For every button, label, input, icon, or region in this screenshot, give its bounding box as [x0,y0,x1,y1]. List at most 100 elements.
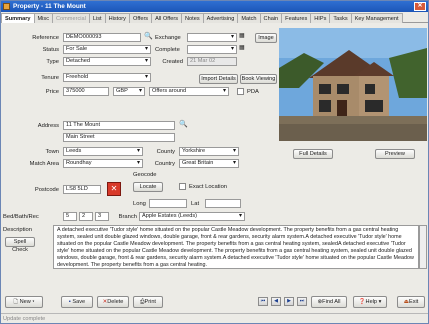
tab-advertising[interactable]: Advertising [202,13,239,23]
tab-tasks[interactable]: Tasks [329,13,352,23]
created-label: Created [162,59,183,65]
property-photo [279,28,427,141]
calendar-icon[interactable]: ▦ [239,32,245,41]
exact-location-checkbox[interactable] [179,183,186,190]
town-select[interactable]: Leeds [63,147,143,156]
description-label: Description [3,227,32,233]
complete-date[interactable] [187,45,237,54]
address-line2[interactable]: Main Street [63,133,175,142]
last-record-button[interactable]: ⏭ [297,297,307,306]
exit-label: Exit [408,299,419,305]
reference-label: Reference [32,35,59,41]
postcode-label: Postcode [34,187,59,193]
long-field[interactable] [149,199,187,208]
book-viewing-button[interactable]: Book Viewing [240,74,277,84]
help-icon: ❓ [358,299,366,305]
tab-summary[interactable]: Summary [1,13,35,23]
new-button[interactable]: 🗋 New ▾ [5,296,43,308]
created-date: 21 Mar 02 [187,57,237,66]
preview-button[interactable]: Preview [375,149,415,159]
locate-button[interactable]: Locate [133,182,163,192]
tab-notes[interactable]: Notes [181,13,204,23]
find-all-label: Find All [322,299,341,305]
tab-key-management[interactable]: Key Management [350,13,403,23]
address-label: Address [37,123,59,129]
tab-all-offers[interactable]: All Offers [151,13,183,23]
binoculars-icon[interactable]: 🔍 [179,120,188,129]
exit-button[interactable]: ⏏Exit [397,296,425,308]
prev-record-button[interactable]: ◀ [271,297,281,306]
title-bar: Property - 11 The Mount ✕ [1,1,428,12]
status-select[interactable]: For Sale [63,45,151,54]
next-record-button[interactable]: ▶ [284,297,294,306]
description-textarea[interactable]: A detached executive 'Tudor style' home … [53,225,419,269]
bedrooms-field[interactable]: 5 [63,212,77,221]
spell-check-button[interactable]: Spell Check [5,237,35,253]
tab-misc[interactable]: Misc [33,13,53,23]
price-qualifier-select[interactable]: Offers around [149,87,229,96]
app-icon [3,3,10,10]
calendar-icon[interactable]: ▦ [239,44,245,53]
bed-bath-rec-label: Bed/Bath/Rec [3,214,39,220]
status-label: Status [42,47,59,53]
county-select[interactable]: Yorkshire [179,147,239,156]
currency-select[interactable]: GBP [113,87,145,96]
find-all-button[interactable]: ⊗Find All [311,296,347,308]
print-button[interactable]: ⎙Print [133,296,163,308]
address-line1[interactable]: 11 The Mount [63,121,175,130]
tab-hips[interactable]: HIPs [310,13,331,23]
pda-checkbox[interactable] [237,88,244,95]
new-label: New [19,299,31,305]
tab-chain[interactable]: Chain [259,13,283,23]
tab-match[interactable]: Match [237,13,261,23]
postcode-field[interactable]: LS8 5LD [63,185,101,194]
tab-history[interactable]: History [104,13,130,23]
exact-location-label: Exact Location [189,184,228,190]
branch-label: Branch [118,214,137,220]
reference-field[interactable]: DEMO000093 [63,33,141,42]
pda-label: PDA [247,89,259,95]
country-label: Country [154,161,175,167]
window-title: Property - 11 The Mount [13,3,86,10]
print-label: Print [144,299,156,305]
branch-select[interactable]: Apple Estates (Leeds) [139,212,245,221]
full-details-button[interactable]: Full Details [293,149,333,159]
type-select[interactable]: Detached [63,57,151,66]
bathrooms-field[interactable]: 2 [79,212,93,221]
tenure-select[interactable]: Freehold [63,73,151,82]
complete-label: Complete [155,47,180,53]
country-select[interactable]: Great Britain [179,159,239,168]
type-label: Type [46,59,59,65]
geocode-label: Geocode [133,172,157,178]
price-field[interactable]: 375000 [63,87,109,96]
import-details-button[interactable]: Import Details [199,74,238,84]
tab-commercial[interactable]: Commercial [52,13,90,23]
tab-offers[interactable]: Offers [128,13,153,23]
delete-label: Delete [107,299,124,305]
help-label: Help [365,299,378,305]
town-label: Town [45,149,59,155]
receptions-field[interactable]: 3 [95,212,109,221]
bottom-toolbar: 🗋 New ▾ ▪ Save ✕Delete ⎙Print ⏮ ◀ ▶ ⏭ ⊗F… [1,291,428,311]
status-bar: Update complete [1,313,428,324]
close-button[interactable]: ✕ [414,2,426,11]
exchange-date[interactable] [187,33,237,42]
county-label: County [156,149,175,155]
tenure-label: Tenure [41,75,59,81]
tab-features[interactable]: Features [281,13,312,23]
delete-button[interactable]: ✕Delete [97,296,129,308]
description-scrollbar[interactable] [419,225,427,269]
postcode-lookup-icon[interactable]: ✕ [107,182,121,196]
property-window: Property - 11 The Mount ✕ Summary Misc C… [0,0,429,324]
help-button[interactable]: ❓Help ▾ [353,296,387,308]
image-button[interactable]: Image [255,33,277,43]
binoculars-icon[interactable]: 🔍 [144,32,153,41]
price-label: Price [45,89,59,95]
save-button[interactable]: ▪ Save [61,296,93,308]
first-record-button[interactable]: ⏮ [258,297,268,306]
lat-label: Lat [191,201,200,207]
match-area-select[interactable]: Roundhay [63,159,143,168]
match-area-label: Match Area [29,161,59,167]
tab-list[interactable]: List [88,13,106,23]
lat-field[interactable] [205,199,241,208]
